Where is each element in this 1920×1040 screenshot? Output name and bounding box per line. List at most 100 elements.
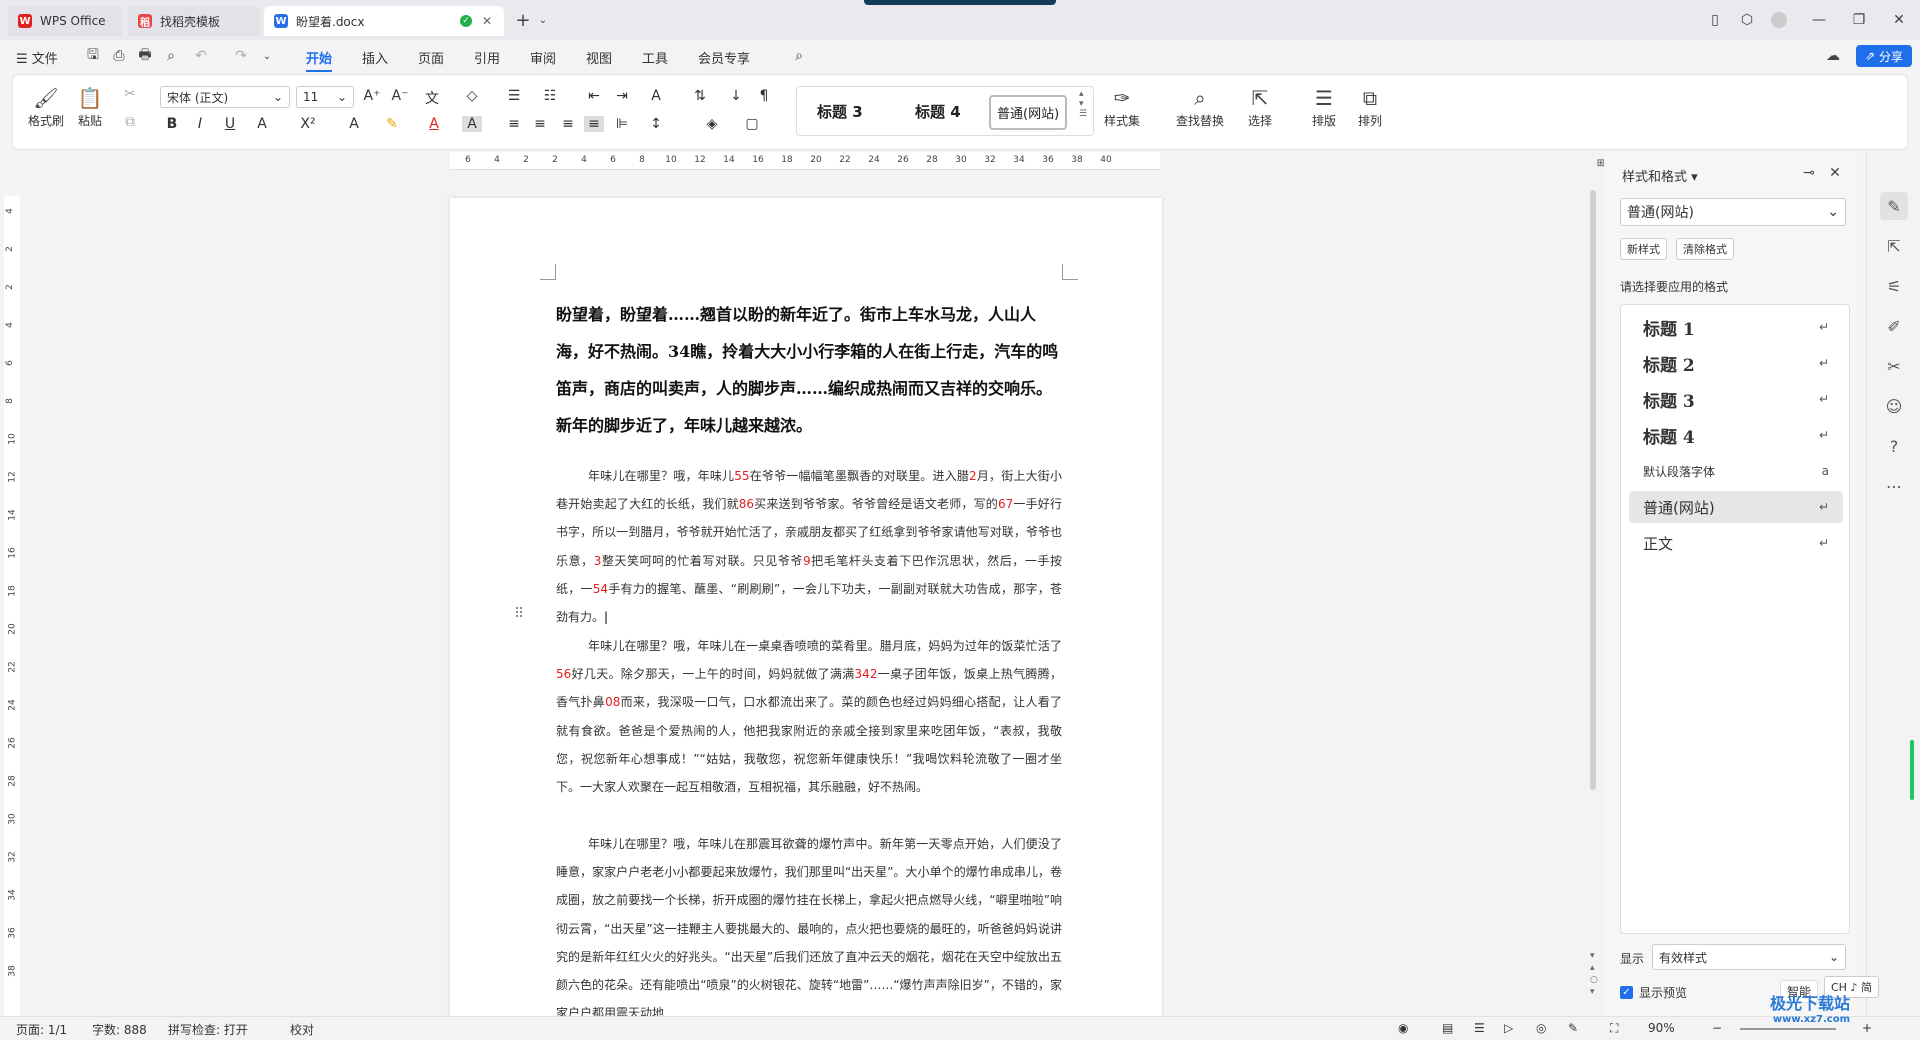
grow-font-icon[interactable]: A⁺ (362, 88, 382, 104)
arrange-button[interactable]: ⧉ 排列 (1356, 84, 1384, 129)
style-list-item[interactable]: 标题 3 ↵ (1629, 383, 1843, 415)
char-shading-icon[interactable]: A (462, 116, 482, 132)
spell-check[interactable]: 拼写检查: 打开 (168, 1021, 248, 1038)
export-icon[interactable]: ⎙ (108, 45, 130, 67)
align-right-icon[interactable]: ≡ (558, 116, 578, 132)
more-chevron-icon[interactable]: ⌄ (256, 45, 278, 67)
print-icon[interactable]: 🖶 (134, 45, 156, 67)
layout-icon[interactable]: ▯ (1704, 9, 1726, 31)
sort-az-icon[interactable]: ↓ (726, 88, 746, 104)
show-select[interactable]: 有效样式 ⌄ (1652, 944, 1846, 970)
gallery-scroll-icon[interactable]: ▴ ▾ ☰ (1079, 89, 1087, 119)
pen-view-icon[interactable]: ✎ (1568, 1021, 1578, 1035)
style-normal-web[interactable]: 普通(网站) (989, 95, 1068, 130)
cut-icon[interactable]: ✂ (120, 86, 140, 102)
zoom-out-icon[interactable]: − (1712, 1021, 1722, 1035)
current-style-select[interactable]: 普通(网站) ⌄ (1620, 198, 1846, 226)
pin-icon[interactable]: ⊸ (1798, 162, 1820, 184)
select-cursor-icon[interactable]: ⇱ (1880, 232, 1908, 260)
align-left-icon[interactable]: ≡ (504, 116, 524, 132)
sort-icon[interactable]: ⇅ (690, 88, 710, 104)
highlight-icon[interactable]: ✎ (382, 116, 402, 132)
preview-checkbox[interactable]: ✓ 显示预览 (1620, 984, 1687, 1001)
fit-page-icon[interactable]: ⛶ (1610, 1021, 1618, 1036)
share-button[interactable]: ⇗ 分享 (1856, 45, 1912, 67)
justify-icon[interactable]: ≡ (584, 116, 604, 132)
outdent-icon[interactable]: ⇤ (584, 88, 604, 104)
tab-document[interactable]: W 盼望着.docx ✓ ✕ (264, 6, 504, 36)
play-icon[interactable]: ▷ (1504, 1021, 1513, 1035)
menu-insert[interactable]: 插入 (362, 48, 388, 67)
save-icon[interactable]: 🖫 (82, 45, 104, 67)
print-preview-icon[interactable]: ⌕ (160, 45, 182, 67)
robot-icon[interactable]: ☺ (1880, 392, 1908, 420)
vertical-ruler[interactable]: 4 2 2 4 6 8 10 12 14 16 18 20 22 24 26 28 30 32 34 36 38 (4, 196, 20, 1016)
text-direction-icon[interactable]: A (646, 88, 666, 104)
paste-button[interactable]: 📋 粘贴 (76, 84, 104, 129)
help-icon[interactable]: ? (1880, 432, 1908, 460)
style-list-item[interactable]: 标题 1 ↵ (1629, 311, 1843, 343)
style-pen-icon[interactable]: ✎ (1880, 192, 1908, 220)
clear-format-icon[interactable]: ◇ (462, 88, 482, 104)
font-name-select[interactable]: 宋体 (正文) ⌄ (160, 86, 290, 108)
word-count[interactable]: 字数: 888 (92, 1021, 147, 1038)
close-panel-icon[interactable]: ✕ (1824, 162, 1846, 184)
box-icon[interactable]: ⬡ (1736, 9, 1758, 31)
drag-handle-icon[interactable]: ⠿ (514, 606, 524, 622)
shrink-font-icon[interactable]: A⁻ (390, 88, 410, 104)
tools-icon[interactable]: ✂ (1880, 352, 1908, 380)
page-view-icon[interactable]: ▤ (1442, 1021, 1453, 1035)
page-count[interactable]: 页面: 1/1 (16, 1021, 67, 1038)
typeset-button[interactable]: ☰ 排版 (1310, 84, 1338, 129)
proofread[interactable]: 校对 (290, 1021, 314, 1038)
line-spacing-icon[interactable]: ↕ (646, 116, 666, 132)
redo-icon[interactable]: ↷ (230, 45, 252, 67)
shading-icon[interactable]: ◈ (702, 116, 722, 132)
chevron-down-icon[interactable]: ⌄ (532, 9, 554, 31)
panel-title[interactable]: 样式和格式 ▾ (1622, 166, 1698, 185)
outline-view-icon[interactable]: ☰ (1474, 1021, 1485, 1035)
edit-icon[interactable]: ✐ (1880, 312, 1908, 340)
avatar[interactable] (1771, 12, 1787, 28)
style-list-item[interactable]: 普通(网站) ↵ (1629, 491, 1843, 523)
italic-icon[interactable]: I (190, 116, 210, 132)
document-page[interactable]: 盼望着，盼望着……翘首以盼的新年近了。街市上车水马龙，人山人海，好不热闹。34瞧… (450, 198, 1162, 1018)
document-scrollbar[interactable] (1590, 190, 1596, 790)
close-window-icon[interactable]: ✕ (1888, 9, 1910, 31)
zoom-level[interactable]: 90% (1648, 1021, 1675, 1035)
close-tab-icon[interactable]: ✕ (482, 14, 492, 28)
style-heading4[interactable]: 标题 4 (915, 101, 961, 122)
new-style-button[interactable]: 新样式 (1620, 238, 1667, 260)
font-color-icon[interactable]: A (424, 116, 444, 132)
nav-arrows[interactable]: ▾ ▴ ○ ▾ (1590, 950, 1598, 998)
new-tab-icon[interactable]: + (512, 9, 534, 31)
zoom-in-icon[interactable]: + (1862, 1021, 1872, 1035)
menu-reference[interactable]: 引用 (474, 48, 500, 67)
horizontal-ruler[interactable]: 6 4 2 2 4 6 8 10 12 14 16 18 20 22 24 26 28 30 32 34 36 38 40 (450, 152, 1160, 170)
find-replace-button[interactable]: ⌕ 查找替换 (1176, 84, 1224, 129)
style-heading3[interactable]: 标题 3 (817, 101, 863, 122)
bold-icon[interactable]: B (162, 116, 182, 132)
search-icon[interactable]: ⌕ (788, 45, 810, 67)
tab-template[interactable]: 稻 找稻壳模板 (128, 6, 260, 36)
bullets-icon[interactable]: ☰ (504, 88, 524, 104)
undo-icon[interactable]: ↶ (190, 45, 212, 67)
menu-file[interactable]: ☰ 文件 (16, 48, 58, 67)
phonetic-icon[interactable]: 文 (422, 88, 442, 108)
minimize-icon[interactable]: — (1808, 9, 1830, 31)
menu-home[interactable]: 开始 (306, 48, 333, 72)
style-list-item[interactable]: 标题 2 ↵ (1629, 347, 1843, 379)
style-set-button[interactable]: ✑ 样式集 (1104, 84, 1140, 129)
eye-icon[interactable]: ◉ (1398, 1021, 1408, 1035)
menu-view[interactable]: 视图 (586, 48, 612, 67)
strikethrough-icon[interactable]: A (252, 116, 272, 132)
tab-wps-office[interactable]: W WPS Office (8, 6, 122, 36)
numbering-icon[interactable]: ☷ (540, 88, 560, 104)
underline-icon[interactable]: U (220, 116, 240, 132)
copy-icon[interactable]: ⧉ (120, 114, 140, 130)
indent-icon[interactable]: ⇥ (612, 88, 632, 104)
border-icon[interactable]: ▢ (742, 116, 762, 132)
menu-review[interactable]: 审阅 (530, 48, 556, 67)
distribute-icon[interactable]: ⊫ (612, 116, 632, 132)
select-button[interactable]: ⇱ 选择 (1246, 84, 1274, 129)
